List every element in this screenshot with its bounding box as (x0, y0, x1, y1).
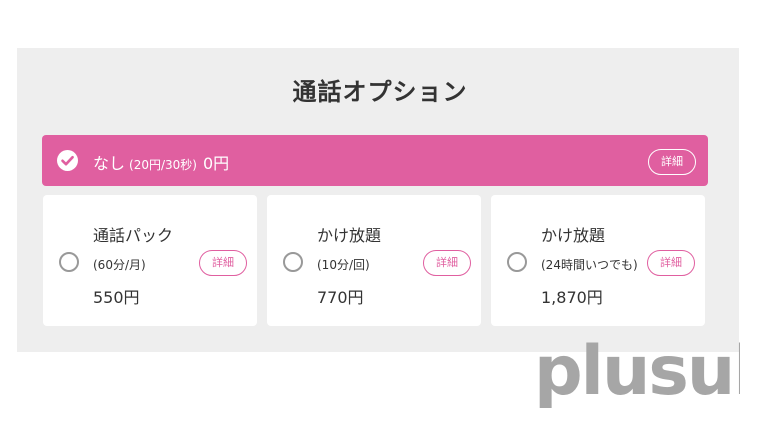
option-detail-button[interactable]: 詳細 (647, 250, 695, 276)
option-price: 1,870円 (541, 288, 603, 307)
option-card-call-pack[interactable]: 通話パック (60分/月) 550円 詳細 (43, 195, 257, 326)
option-name: かけ放題 (541, 226, 606, 245)
section-title: 通話オプション (292, 78, 468, 106)
option-detail-button[interactable]: 詳細 (199, 250, 247, 276)
radio-empty-icon[interactable] (59, 252, 79, 272)
option-sub: (10分/回) (317, 258, 370, 272)
selected-option-label: なし (93, 154, 126, 173)
watermark-text: plusul (534, 338, 740, 410)
option-card-kakehodai-24h[interactable]: かけ放題 (24時間いつでも) 1,870円 詳細 (491, 195, 705, 326)
option-price: 550円 (93, 288, 140, 307)
option-price: 770円 (317, 288, 364, 307)
selected-option-note: (20円/30秒) (129, 158, 197, 172)
call-option-page: 通話オプション なし (20円/30秒) 0円 詳細 通話パック (60分/月) 5… (0, 0, 760, 428)
option-name: かけ放題 (317, 226, 382, 245)
option-name: 通話パック (93, 226, 174, 245)
plusul-watermark-logo: plusul (534, 338, 740, 410)
option-detail-button[interactable]: 詳細 (423, 250, 471, 276)
selected-option-price: 0円 (202, 154, 230, 173)
radio-empty-icon[interactable] (507, 252, 527, 272)
check-circle-icon (57, 150, 78, 171)
option-none-selected[interactable]: なし (20円/30秒) 0円 詳細 (42, 135, 708, 186)
option-sub: (60分/月) (93, 258, 146, 272)
radio-empty-icon[interactable] (283, 252, 303, 272)
option-card-kakehodai-10min[interactable]: かけ放題 (10分/回) 770円 詳細 (267, 195, 481, 326)
selected-option-detail-button[interactable]: 詳細 (648, 149, 696, 175)
selected-option-text: なし (20円/30秒) 0円 (93, 150, 229, 174)
option-sub: (24時間いつでも) (541, 258, 638, 272)
